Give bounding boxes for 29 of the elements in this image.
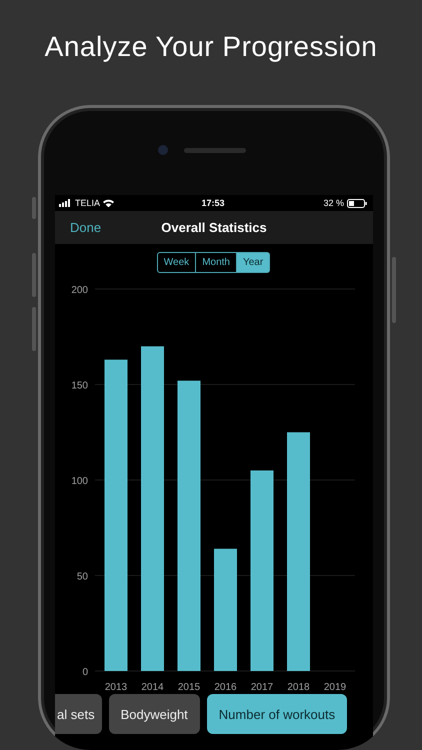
metric-button[interactable]: al sets — [55, 694, 102, 734]
axis-label: 50 — [76, 572, 88, 582]
battery-icon — [347, 198, 367, 208]
axis-label: 2015 — [178, 682, 200, 693]
axis-label: 100 — [71, 476, 88, 487]
metric-button[interactable]: Number of workouts — [206, 694, 348, 734]
axis-label: 0 — [82, 667, 88, 678]
metric-button[interactable]: Bodyweight — [108, 694, 200, 734]
status-time: 17:53 — [201, 198, 225, 208]
wifi-icon — [103, 199, 114, 207]
headline: Analyze Your Progression — [44, 30, 378, 64]
screen-title: Overall Statistics — [161, 220, 267, 235]
camera-icon — [158, 145, 168, 155]
period-tab[interactable]: Year — [236, 252, 270, 273]
axis-label: 200 — [71, 285, 88, 296]
signal-icon — [59, 199, 72, 207]
speaker-icon — [184, 148, 246, 152]
battery-percent: 32 % — [323, 198, 344, 208]
axis-label: 2013 — [104, 682, 128, 693]
axis-label: 150 — [71, 380, 88, 392]
axis-label: 2016 — [214, 682, 237, 693]
axis-label: 2017 — [250, 682, 274, 693]
carrier-name: TELIA — [75, 198, 100, 208]
done-button[interactable]: Done — [70, 220, 102, 235]
axis-label: 2018 — [287, 682, 310, 693]
period-tab[interactable]: Month — [195, 252, 237, 273]
axis-label: 2019 — [324, 682, 346, 693]
period-tab[interactable]: Week — [156, 252, 196, 273]
axis-label: 2014 — [141, 682, 164, 693]
